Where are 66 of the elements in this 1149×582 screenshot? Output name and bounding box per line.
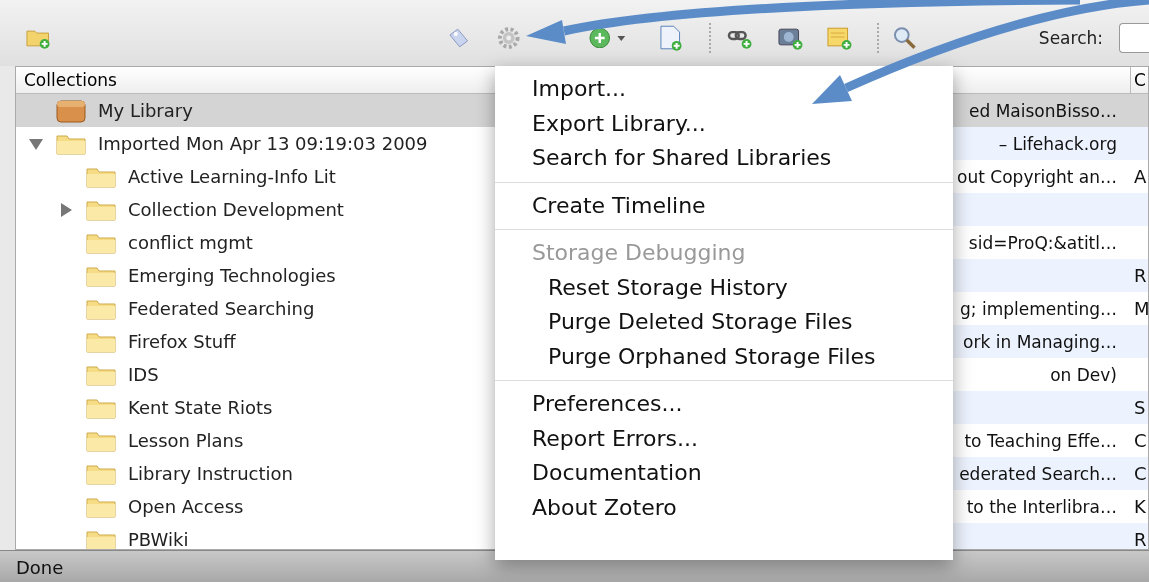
item-title: ed MaisonBisso… xyxy=(969,100,1117,121)
folder-icon xyxy=(86,330,116,353)
menu-item[interactable]: About Zotero xyxy=(495,490,953,525)
collection-row[interactable]: PBWiki xyxy=(16,523,574,549)
folder-icon xyxy=(86,264,116,287)
folder-icon xyxy=(86,429,116,452)
folder-icon xyxy=(86,297,116,320)
menu-item[interactable]: Documentation xyxy=(495,456,953,491)
expanded-triangle-icon[interactable] xyxy=(28,136,44,151)
menu-item[interactable]: Create Timeline xyxy=(495,188,953,223)
item-creator: K xyxy=(1134,496,1146,517)
item-creator: S xyxy=(1134,397,1146,418)
menu-item[interactable]: Purge Orphaned Storage Files xyxy=(495,339,953,374)
collection-name: PBWiki xyxy=(128,529,189,549)
menu-item[interactable]: Preferences... xyxy=(495,387,953,422)
item-creator: M xyxy=(1134,298,1148,319)
folder-icon xyxy=(86,528,116,549)
item-creator: R xyxy=(1134,265,1147,286)
new-item-icon[interactable] xyxy=(588,28,628,48)
collection-name: IDS xyxy=(128,364,159,385)
item-title: ederated Search… xyxy=(959,463,1117,484)
collection-name: Federated Searching xyxy=(128,298,315,319)
item-creator: R xyxy=(1134,529,1147,549)
library-icon xyxy=(56,98,86,123)
item-title: to the Interlibra… xyxy=(966,496,1117,517)
folder-icon xyxy=(86,165,116,188)
menu-item[interactable]: Report Errors... xyxy=(495,421,953,456)
menu-section-header: Storage Debugging xyxy=(531,239,747,267)
item-title: to Teaching Effe… xyxy=(964,430,1117,451)
column-header[interactable]: C xyxy=(1131,67,1148,93)
menu-item[interactable]: Purge Deleted Storage Files xyxy=(495,305,953,340)
search-icon[interactable] xyxy=(892,25,918,51)
collection-name: Collection Development xyxy=(128,199,344,220)
collection-name: Imported Mon Apr 13 09:19:03 2009 xyxy=(98,133,428,154)
item-creator: C xyxy=(1134,430,1147,451)
collection-name: Open Access xyxy=(128,496,244,517)
search-field[interactable] xyxy=(1119,23,1149,53)
new-document-icon[interactable] xyxy=(657,24,684,52)
folder-icon xyxy=(86,396,116,419)
collection-name: Library Instruction xyxy=(128,463,293,484)
item-title: – Lifehack.org xyxy=(998,133,1117,154)
item-creator: A xyxy=(1134,166,1147,187)
menu-item[interactable]: Reset Storage History xyxy=(495,270,953,305)
collapsed-triangle-icon[interactable] xyxy=(58,202,74,217)
collection-name: Active Learning-Info Lit xyxy=(128,166,336,187)
folder-icon xyxy=(86,198,116,221)
collection-name: Firefox Stuff xyxy=(128,331,236,352)
collection-name: Kent State Riots xyxy=(128,397,273,418)
collection-name: Emerging Technologies xyxy=(128,265,336,286)
collection-name: conflict mgmt xyxy=(128,232,253,253)
folder-icon xyxy=(86,495,116,518)
folder-icon xyxy=(86,363,116,386)
folder-icon xyxy=(56,132,86,155)
item-creator: C xyxy=(1134,463,1147,484)
collection-name: My Library xyxy=(98,100,193,121)
new-collection-icon[interactable] xyxy=(26,27,52,49)
item-title: ork in Managing… xyxy=(963,331,1117,352)
note-icon[interactable] xyxy=(825,25,854,51)
status-text: Done xyxy=(16,557,64,578)
item-title: out Copyright an… xyxy=(957,166,1117,187)
search-label: Search: xyxy=(1038,28,1103,48)
menu-item[interactable]: Search for Shared Libraries xyxy=(495,141,953,176)
item-title: g; implementing… xyxy=(960,298,1117,319)
folder-icon xyxy=(86,231,116,254)
collection-name: Lesson Plans xyxy=(128,430,244,451)
folder-icon xyxy=(86,462,116,485)
